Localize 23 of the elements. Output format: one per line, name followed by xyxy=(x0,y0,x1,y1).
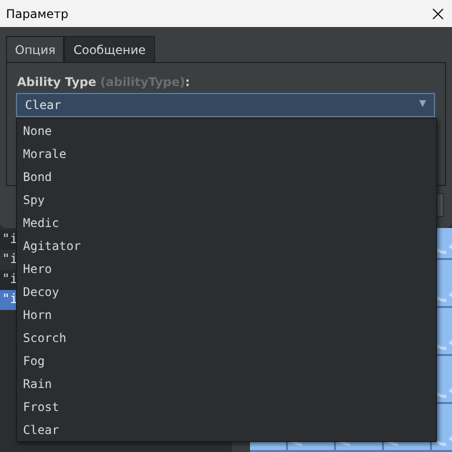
dropdown-option[interactable]: Scorch xyxy=(17,327,436,350)
dropdown-option[interactable]: Horn xyxy=(17,304,436,327)
label-colon: : xyxy=(185,74,190,91)
tab[interactable]: Сообщение xyxy=(64,36,155,62)
dropdown-option[interactable]: Morale xyxy=(17,143,436,166)
combo-box[interactable]: Clear ▼ xyxy=(16,93,435,117)
dropdown-option[interactable]: Rain xyxy=(17,373,436,396)
dropdown-option[interactable]: Frost xyxy=(17,396,436,419)
combo-value: Clear xyxy=(25,97,62,114)
dropdown-option[interactable]: Bond xyxy=(17,166,436,189)
close-icon[interactable] xyxy=(432,8,444,20)
dropdown-option[interactable]: Medic xyxy=(17,212,436,235)
dropdown-option[interactable]: None xyxy=(17,120,436,143)
dropdown-option[interactable]: Fog xyxy=(17,350,436,373)
window-title: Параметр xyxy=(6,6,68,22)
dropdown-option[interactable]: Clear xyxy=(17,419,436,442)
dropdown-arrow-icon: ▼ xyxy=(419,98,426,112)
field-label: Ability Type xyxy=(17,74,96,91)
dropdown-option[interactable]: Hero xyxy=(17,258,436,281)
dropdown-option[interactable]: Agitator xyxy=(17,235,436,258)
dropdown-option[interactable]: Decoy xyxy=(17,281,436,304)
dropdown-option[interactable]: Spy xyxy=(17,189,436,212)
tab[interactable]: Опция xyxy=(6,36,64,62)
